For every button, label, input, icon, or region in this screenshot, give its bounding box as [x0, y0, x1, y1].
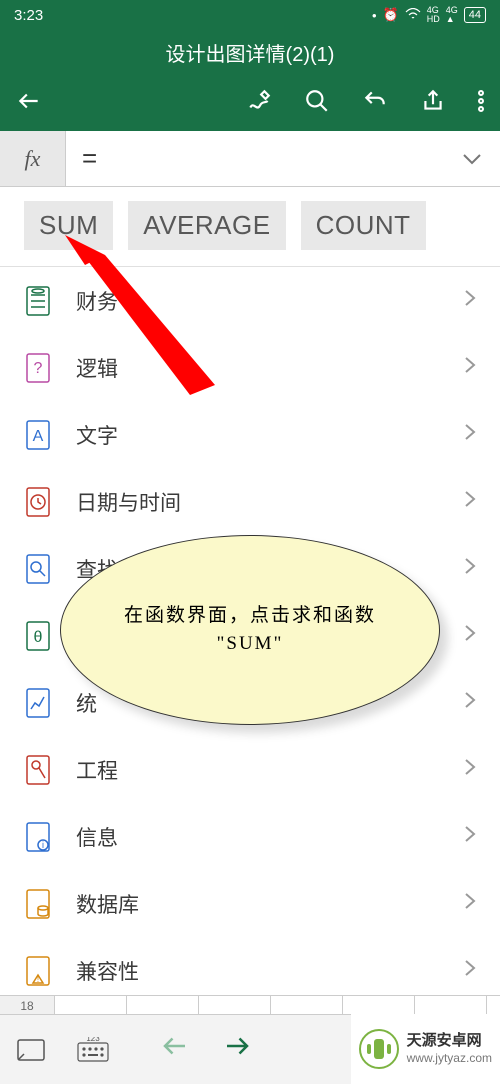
more-button[interactable]	[478, 89, 484, 118]
status-time: 3:23	[14, 7, 372, 24]
svg-text:123: 123	[86, 1037, 100, 1043]
category-logic[interactable]: ? 逻辑	[24, 334, 476, 401]
category-label: 文字	[76, 420, 440, 450]
callout-text: 在函数界面，点击求和函数 "SUM"	[121, 602, 379, 659]
bullet-icon: •	[372, 8, 377, 23]
svg-text:A: A	[33, 428, 44, 445]
category-label: 日期与时间	[76, 487, 440, 517]
formula-value: =	[82, 143, 97, 174]
chevron-right-icon	[464, 423, 476, 446]
database-icon	[24, 887, 52, 921]
category-label: 工程	[76, 755, 440, 785]
chevron-right-icon	[464, 825, 476, 848]
fx-icon[interactable]: fx	[0, 131, 66, 186]
arrow-right-icon	[222, 1031, 252, 1069]
battery-icon: 44	[464, 7, 486, 23]
row-number: 18	[0, 996, 55, 1015]
category-label: 兼容性	[76, 956, 440, 986]
chevron-right-icon	[464, 624, 476, 647]
wifi-icon	[405, 8, 421, 23]
alarm-icon: ⏰	[383, 7, 399, 23]
status-icons: • ⏰ 4GHD 4G▲ 44	[372, 6, 486, 24]
chevron-right-icon	[464, 289, 476, 312]
title-bar: 设计出图详情(2)(1)	[0, 30, 500, 75]
chevron-right-icon	[464, 691, 476, 714]
chevron-right-icon	[464, 959, 476, 982]
category-label: 信息	[76, 822, 440, 852]
chevron-right-icon	[464, 758, 476, 781]
share-button[interactable]	[420, 88, 446, 119]
category-datetime[interactable]: 日期与时间	[24, 468, 476, 535]
svg-text:!: !	[37, 975, 39, 984]
formula-input[interactable]: =	[66, 131, 444, 186]
category-label: 财务	[76, 286, 440, 316]
category-label: 逻辑	[76, 353, 440, 383]
category-finance[interactable]: 财务	[24, 267, 476, 334]
compat-icon: !	[24, 954, 52, 988]
svg-text:?: ?	[34, 360, 43, 377]
category-engineering[interactable]: 工程	[24, 736, 476, 803]
lookup-icon	[24, 552, 52, 586]
datetime-icon	[24, 485, 52, 519]
info-icon: i	[24, 820, 52, 854]
formula-bar: fx =	[0, 131, 500, 187]
function-chips: SUM AVERAGE COUNT	[0, 187, 500, 267]
document-title: 设计出图详情(2)(1)	[166, 38, 335, 67]
svg-text:θ: θ	[34, 629, 43, 646]
arrow-left-icon	[160, 1031, 190, 1069]
next-button[interactable]	[206, 1015, 268, 1084]
category-compat[interactable]: ! 兼容性	[24, 937, 476, 1004]
card-button[interactable]	[0, 1015, 62, 1084]
chevron-right-icon	[464, 557, 476, 580]
chevron-right-icon	[464, 892, 476, 915]
math-icon: θ	[24, 619, 52, 653]
draw-button[interactable]	[246, 88, 272, 119]
category-text[interactable]: A 文字	[24, 401, 476, 468]
text-icon: A	[24, 418, 52, 452]
undo-button[interactable]	[362, 88, 388, 119]
formula-expand[interactable]	[444, 131, 500, 186]
status-bar: 3:23 • ⏰ 4GHD 4G▲ 44	[0, 0, 500, 30]
logic-icon: ?	[24, 351, 52, 385]
svg-text:i: i	[42, 840, 44, 850]
finance-icon	[24, 284, 52, 318]
sheet-row-18: 18	[0, 995, 500, 1015]
engineering-icon	[24, 753, 52, 787]
back-button[interactable]	[16, 88, 42, 119]
search-button[interactable]	[304, 88, 330, 119]
category-database[interactable]: 数据库	[24, 870, 476, 937]
chip-count[interactable]: COUNT	[301, 201, 426, 250]
category-label: 数据库	[76, 889, 440, 919]
chip-average[interactable]: AVERAGE	[128, 201, 285, 250]
chip-sum[interactable]: SUM	[24, 201, 113, 250]
watermark-logo-icon	[359, 1029, 399, 1069]
statistics-icon	[24, 686, 52, 720]
signal1-icon: 4GHD	[427, 6, 440, 24]
watermark: 天源安卓网 www.jytyaz.com	[351, 1014, 500, 1084]
callout-bubble: 在函数界面，点击求和函数 "SUM"	[60, 535, 440, 725]
chevron-right-icon	[464, 490, 476, 513]
watermark-url: www.jytyaz.com	[407, 1051, 492, 1067]
category-info[interactable]: i 信息	[24, 803, 476, 870]
signal2-icon: 4G▲	[446, 6, 458, 24]
keyboard-button[interactable]: 123	[62, 1015, 124, 1084]
prev-button[interactable]	[144, 1015, 206, 1084]
chevron-right-icon	[464, 356, 476, 379]
watermark-title: 天源安卓网	[407, 1031, 492, 1051]
toolbar	[0, 75, 500, 131]
